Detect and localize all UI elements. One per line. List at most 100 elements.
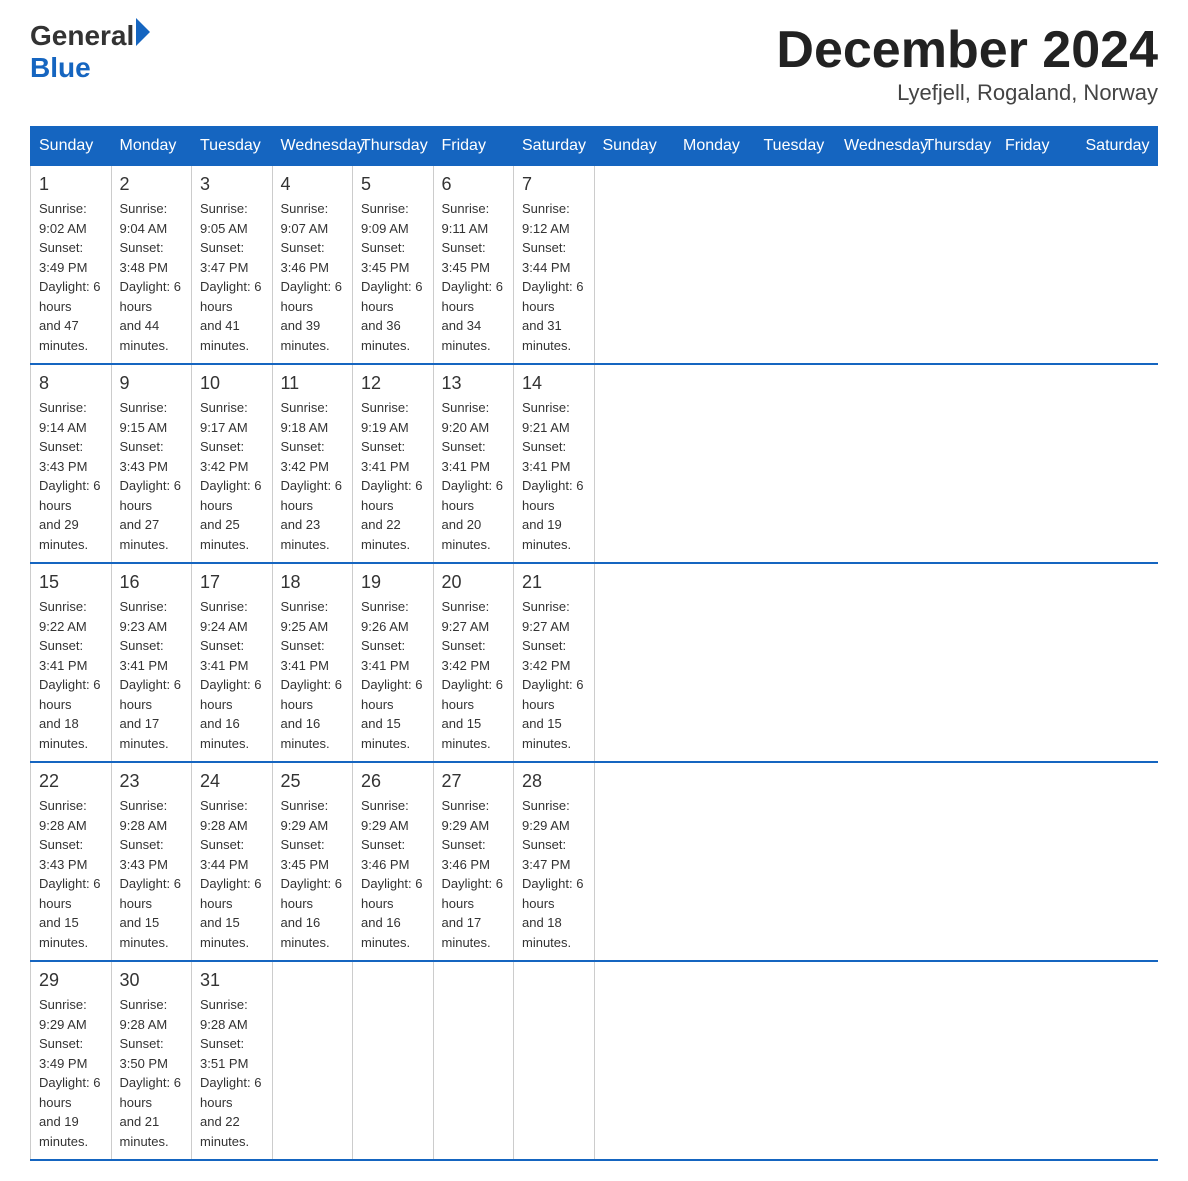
calendar-day-cell: 5 Sunrise: 9:09 AMSunset: 3:45 PMDaylight… bbox=[353, 166, 434, 365]
column-header-tuesday: Tuesday bbox=[192, 127, 273, 166]
calendar-day-cell: 29 Sunrise: 9:29 AMSunset: 3:49 PMDayligh… bbox=[31, 961, 112, 1160]
day-info: Sunrise: 9:25 AMSunset: 3:41 PMDaylight:… bbox=[281, 597, 345, 753]
day-info: Sunrise: 9:09 AMSunset: 3:45 PMDaylight:… bbox=[361, 199, 425, 355]
day-info: Sunrise: 9:21 AMSunset: 3:41 PMDaylight:… bbox=[522, 398, 586, 554]
day-info: Sunrise: 9:23 AMSunset: 3:41 PMDaylight:… bbox=[120, 597, 184, 753]
day-info: Sunrise: 9:27 AMSunset: 3:42 PMDaylight:… bbox=[442, 597, 506, 753]
day-info: Sunrise: 9:07 AMSunset: 3:46 PMDaylight:… bbox=[281, 199, 345, 355]
day-info: Sunrise: 9:02 AMSunset: 3:49 PMDaylight:… bbox=[39, 199, 103, 355]
calendar-day-cell: 20 Sunrise: 9:27 AMSunset: 3:42 PMDayligh… bbox=[433, 563, 514, 762]
calendar-day-cell: 26Sunrise: 9:29 AMSunset: 3:46 PMDayligh… bbox=[353, 762, 434, 961]
calendar-day-cell: 4Sunrise: 9:07 AMSunset: 3:46 PMDaylight… bbox=[272, 166, 353, 365]
day-number: 9 bbox=[120, 373, 184, 394]
day-info: Sunrise: 9:26 AMSunset: 3:41 PMDaylight:… bbox=[361, 597, 425, 753]
column-header-monday: Monday bbox=[675, 127, 756, 166]
calendar-day-cell: 3Sunrise: 9:05 AMSunset: 3:47 PMDaylight… bbox=[192, 166, 273, 365]
calendar-day-cell: 17 Sunrise: 9:24 AMSunset: 3:41 PMDayligh… bbox=[192, 563, 273, 762]
day-number: 26 bbox=[361, 771, 425, 792]
logo: General Blue bbox=[30, 20, 150, 84]
calendar-day-cell: 27 Sunrise: 9:29 AMSunset: 3:46 PMDayligh… bbox=[433, 762, 514, 961]
column-header-thursday: Thursday bbox=[916, 127, 997, 166]
day-info: Sunrise: 9:04 AMSunset: 3:48 PMDaylight:… bbox=[120, 199, 184, 355]
day-info: Sunrise: 9:27 AMSunset: 3:42 PMDaylight:… bbox=[522, 597, 586, 753]
day-info: Sunrise: 9:28 AMSunset: 3:50 PMDaylight:… bbox=[120, 995, 184, 1151]
day-info: Sunrise: 9:20 AMSunset: 3:41 PMDaylight:… bbox=[442, 398, 506, 554]
day-number: 16 bbox=[120, 572, 184, 593]
day-info: Sunrise: 9:18 AMSunset: 3:42 PMDaylight:… bbox=[281, 398, 345, 554]
calendar-day-cell: 22Sunrise: 9:28 AMSunset: 3:43 PMDayligh… bbox=[31, 762, 112, 961]
day-number: 18 bbox=[281, 572, 345, 593]
day-info: Sunrise: 9:29 AMSunset: 3:47 PMDaylight:… bbox=[522, 796, 586, 952]
calendar-week-row: 22Sunrise: 9:28 AMSunset: 3:43 PMDayligh… bbox=[31, 762, 1158, 961]
calendar-day-cell: 10 Sunrise: 9:17 AMSunset: 3:42 PMDayligh… bbox=[192, 364, 273, 563]
day-info: Sunrise: 9:28 AMSunset: 3:43 PMDaylight:… bbox=[120, 796, 184, 952]
day-number: 23 bbox=[120, 771, 184, 792]
calendar-week-row: 15 Sunrise: 9:22 AMSunset: 3:41 PMDayligh… bbox=[31, 563, 1158, 762]
column-header-monday: Monday bbox=[111, 127, 192, 166]
calendar-day-cell bbox=[514, 961, 595, 1160]
day-number: 3 bbox=[200, 174, 264, 195]
column-header-wednesday: Wednesday bbox=[836, 127, 917, 166]
day-info: Sunrise: 9:29 AMSunset: 3:49 PMDaylight:… bbox=[39, 995, 103, 1151]
day-number: 13 bbox=[442, 373, 506, 394]
calendar-week-row: 29 Sunrise: 9:29 AMSunset: 3:49 PMDayligh… bbox=[31, 961, 1158, 1160]
day-number: 25 bbox=[281, 771, 345, 792]
calendar-day-cell: 28 Sunrise: 9:29 AMSunset: 3:47 PMDayligh… bbox=[514, 762, 595, 961]
day-number: 27 bbox=[442, 771, 506, 792]
calendar-day-cell: 31 Sunrise: 9:28 AMSunset: 3:51 PMDayligh… bbox=[192, 961, 273, 1160]
day-number: 11 bbox=[281, 373, 345, 394]
calendar-day-cell: 21 Sunrise: 9:27 AMSunset: 3:42 PMDayligh… bbox=[514, 563, 595, 762]
page-header: General Blue December 2024 Lyefjell, Rog… bbox=[30, 20, 1158, 106]
day-info: Sunrise: 9:19 AMSunset: 3:41 PMDaylight:… bbox=[361, 398, 425, 554]
calendar-day-cell: 1 Sunrise: 9:02 AMSunset: 3:49 PMDaylight… bbox=[31, 166, 112, 365]
day-info: Sunrise: 9:22 AMSunset: 3:41 PMDaylight:… bbox=[39, 597, 103, 753]
calendar-day-cell bbox=[353, 961, 434, 1160]
day-number: 8 bbox=[39, 373, 103, 394]
calendar-week-row: 8Sunrise: 9:14 AMSunset: 3:43 PMDaylight… bbox=[31, 364, 1158, 563]
calendar-day-cell bbox=[272, 961, 353, 1160]
day-number: 21 bbox=[522, 572, 586, 593]
day-number: 15 bbox=[39, 572, 103, 593]
calendar-day-cell: 2 Sunrise: 9:04 AMSunset: 3:48 PMDaylight… bbox=[111, 166, 192, 365]
day-info: Sunrise: 9:17 AMSunset: 3:42 PMDaylight:… bbox=[200, 398, 264, 554]
day-info: Sunrise: 9:24 AMSunset: 3:41 PMDaylight:… bbox=[200, 597, 264, 753]
day-info: Sunrise: 9:28 AMSunset: 3:43 PMDaylight:… bbox=[39, 796, 103, 952]
calendar-day-cell: 30 Sunrise: 9:28 AMSunset: 3:50 PMDayligh… bbox=[111, 961, 192, 1160]
calendar-week-row: 1 Sunrise: 9:02 AMSunset: 3:49 PMDaylight… bbox=[31, 166, 1158, 365]
logo-general: General bbox=[30, 20, 134, 52]
day-number: 20 bbox=[442, 572, 506, 593]
page-title: December 2024 bbox=[776, 20, 1158, 80]
day-info: Sunrise: 9:29 AMSunset: 3:46 PMDaylight:… bbox=[442, 796, 506, 952]
day-info: Sunrise: 9:15 AMSunset: 3:43 PMDaylight:… bbox=[120, 398, 184, 554]
calendar-day-cell: 23 Sunrise: 9:28 AMSunset: 3:43 PMDayligh… bbox=[111, 762, 192, 961]
day-number: 2 bbox=[120, 174, 184, 195]
day-number: 19 bbox=[361, 572, 425, 593]
day-number: 5 bbox=[361, 174, 425, 195]
column-header-saturday: Saturday bbox=[514, 127, 595, 166]
calendar-day-cell: 6Sunrise: 9:11 AMSunset: 3:45 PMDaylight… bbox=[433, 166, 514, 365]
column-header-sunday: Sunday bbox=[594, 127, 675, 166]
column-header-sunday: Sunday bbox=[31, 127, 112, 166]
calendar-day-cell: 9 Sunrise: 9:15 AMSunset: 3:43 PMDaylight… bbox=[111, 364, 192, 563]
day-number: 28 bbox=[522, 771, 586, 792]
day-info: Sunrise: 9:29 AMSunset: 3:45 PMDaylight:… bbox=[281, 796, 345, 952]
day-info: Sunrise: 9:12 AMSunset: 3:44 PMDaylight:… bbox=[522, 199, 586, 355]
day-number: 1 bbox=[39, 174, 103, 195]
calendar-day-cell: 13 Sunrise: 9:20 AMSunset: 3:41 PMDayligh… bbox=[433, 364, 514, 563]
day-number: 17 bbox=[200, 572, 264, 593]
title-block: December 2024 Lyefjell, Rogaland, Norway bbox=[776, 20, 1158, 106]
day-number: 12 bbox=[361, 373, 425, 394]
column-header-saturday: Saturday bbox=[1077, 127, 1158, 166]
day-number: 10 bbox=[200, 373, 264, 394]
day-info: Sunrise: 9:28 AMSunset: 3:44 PMDaylight:… bbox=[200, 796, 264, 952]
day-info: Sunrise: 9:28 AMSunset: 3:51 PMDaylight:… bbox=[200, 995, 264, 1151]
day-number: 29 bbox=[39, 970, 103, 991]
day-info: Sunrise: 9:11 AMSunset: 3:45 PMDaylight:… bbox=[442, 199, 506, 355]
day-number: 31 bbox=[200, 970, 264, 991]
calendar-day-cell bbox=[433, 961, 514, 1160]
calendar-table: SundayMondayTuesdayWednesdayThursdayFrid… bbox=[30, 126, 1158, 1161]
calendar-day-cell: 12 Sunrise: 9:19 AMSunset: 3:41 PMDayligh… bbox=[353, 364, 434, 563]
day-number: 30 bbox=[120, 970, 184, 991]
calendar-header-row: SundayMondayTuesdayWednesdayThursdayFrid… bbox=[31, 127, 1158, 166]
column-header-thursday: Thursday bbox=[353, 127, 434, 166]
